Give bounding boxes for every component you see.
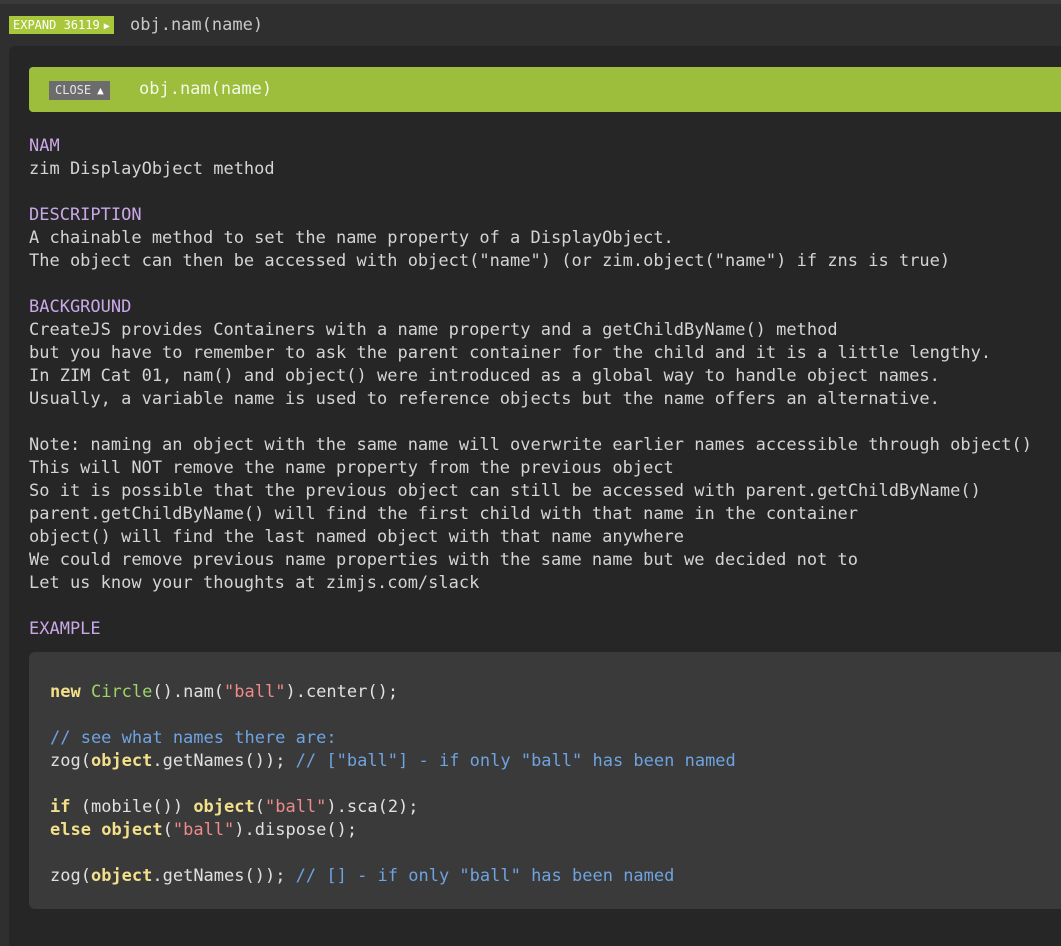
- note-line: So it is possible that the previous obje…: [29, 481, 981, 501]
- code-text: (: [162, 820, 173, 840]
- code-comment: // see what names there are:: [50, 728, 337, 748]
- background-heading: BACKGROUND: [29, 297, 132, 317]
- code-string: "ball": [264, 797, 327, 817]
- code-text: ).dispose();: [234, 820, 358, 840]
- code-class: Circle: [90, 682, 153, 702]
- code-line: if (mobile()) object("ball").sca(2);: [50, 796, 1050, 819]
- card-title: obj.nam(name): [139, 79, 273, 99]
- code-keyword: if: [50, 797, 71, 817]
- close-button[interactable]: CLOSE ▲: [49, 81, 110, 100]
- code-text: (: [254, 797, 265, 817]
- code-text: .getNames());: [152, 751, 296, 771]
- play-arrow-icon: ▶: [103, 21, 110, 32]
- expand-button-label: EXPAND 36119: [13, 18, 100, 32]
- expand-button[interactable]: EXPAND 36119 ▶: [9, 16, 114, 34]
- code-keyword: object: [90, 866, 153, 886]
- background-line: Usually, a variable name is used to refe…: [29, 389, 940, 409]
- code-keyword: object: [101, 820, 163, 840]
- expand-row: EXPAND 36119 ▶ obj.nam(name): [0, 4, 1061, 46]
- code-keyword: object: [193, 797, 255, 817]
- description-heading: DESCRIPTION: [29, 205, 142, 225]
- code-example: new Circle().nam("ball").center(); // se…: [50, 681, 1050, 888]
- code-line: new Circle().nam("ball").center();: [50, 681, 1050, 704]
- background-line: CreateJS provides Containers with a name…: [29, 320, 838, 340]
- note-line: object() will find the last named object…: [29, 527, 685, 547]
- code-keyword: new: [50, 682, 81, 702]
- code-string: "ball": [224, 682, 286, 702]
- doc-body: NAM zim DisplayObject method DESCRIPTION…: [29, 135, 1059, 641]
- code-line: zog(object.getNames()); // ["ball"] - if…: [50, 750, 1050, 773]
- example-heading: EXAMPLE: [29, 619, 101, 639]
- up-arrow-icon: ▲: [97, 84, 104, 97]
- background-line: In ZIM Cat 01, nam() and object() were i…: [29, 366, 940, 386]
- code-text: ).center();: [285, 682, 399, 702]
- code-text: zog(: [50, 751, 91, 771]
- code-keyword: else: [50, 820, 91, 840]
- note-line: Let us know your thoughts at zimjs.com/s…: [29, 573, 480, 593]
- close-button-label: CLOSE: [55, 83, 92, 97]
- code-text: ().nam(: [152, 682, 225, 702]
- code-text: ).sca(2);: [326, 797, 419, 817]
- code-line: // see what names there are:: [50, 727, 1050, 750]
- description-line: A chainable method to set the name prope…: [29, 228, 674, 248]
- code-string: "ball": [172, 820, 235, 840]
- note-line: Note: naming an object with the same nam…: [29, 435, 1033, 455]
- description-line: The object can then be accessed with obj…: [29, 251, 951, 271]
- nam-text: zim DisplayObject method: [29, 159, 275, 179]
- note-line: This will NOT remove the name property f…: [29, 458, 674, 478]
- code-text: zog(: [50, 866, 91, 886]
- note-line: parent.getChildByName() will find the fi…: [29, 504, 859, 524]
- code-comment: // ["ball"] - if only "ball" has been na…: [295, 751, 736, 771]
- code-comment: // [] - if only "ball" has been named: [295, 866, 675, 886]
- nam-heading: NAM: [29, 136, 60, 156]
- code-text: .getNames());: [152, 866, 296, 886]
- note-line: We could remove previous name properties…: [29, 550, 859, 570]
- code-line: zog(object.getNames()); // [] - if only …: [50, 865, 1050, 888]
- code-line: else object("ball").dispose();: [50, 819, 1050, 842]
- code-text: (mobile()): [70, 797, 194, 817]
- background-line: but you have to remember to ask the pare…: [29, 343, 992, 363]
- expand-title: obj.nam(name): [130, 15, 264, 35]
- code-keyword: object: [90, 751, 153, 771]
